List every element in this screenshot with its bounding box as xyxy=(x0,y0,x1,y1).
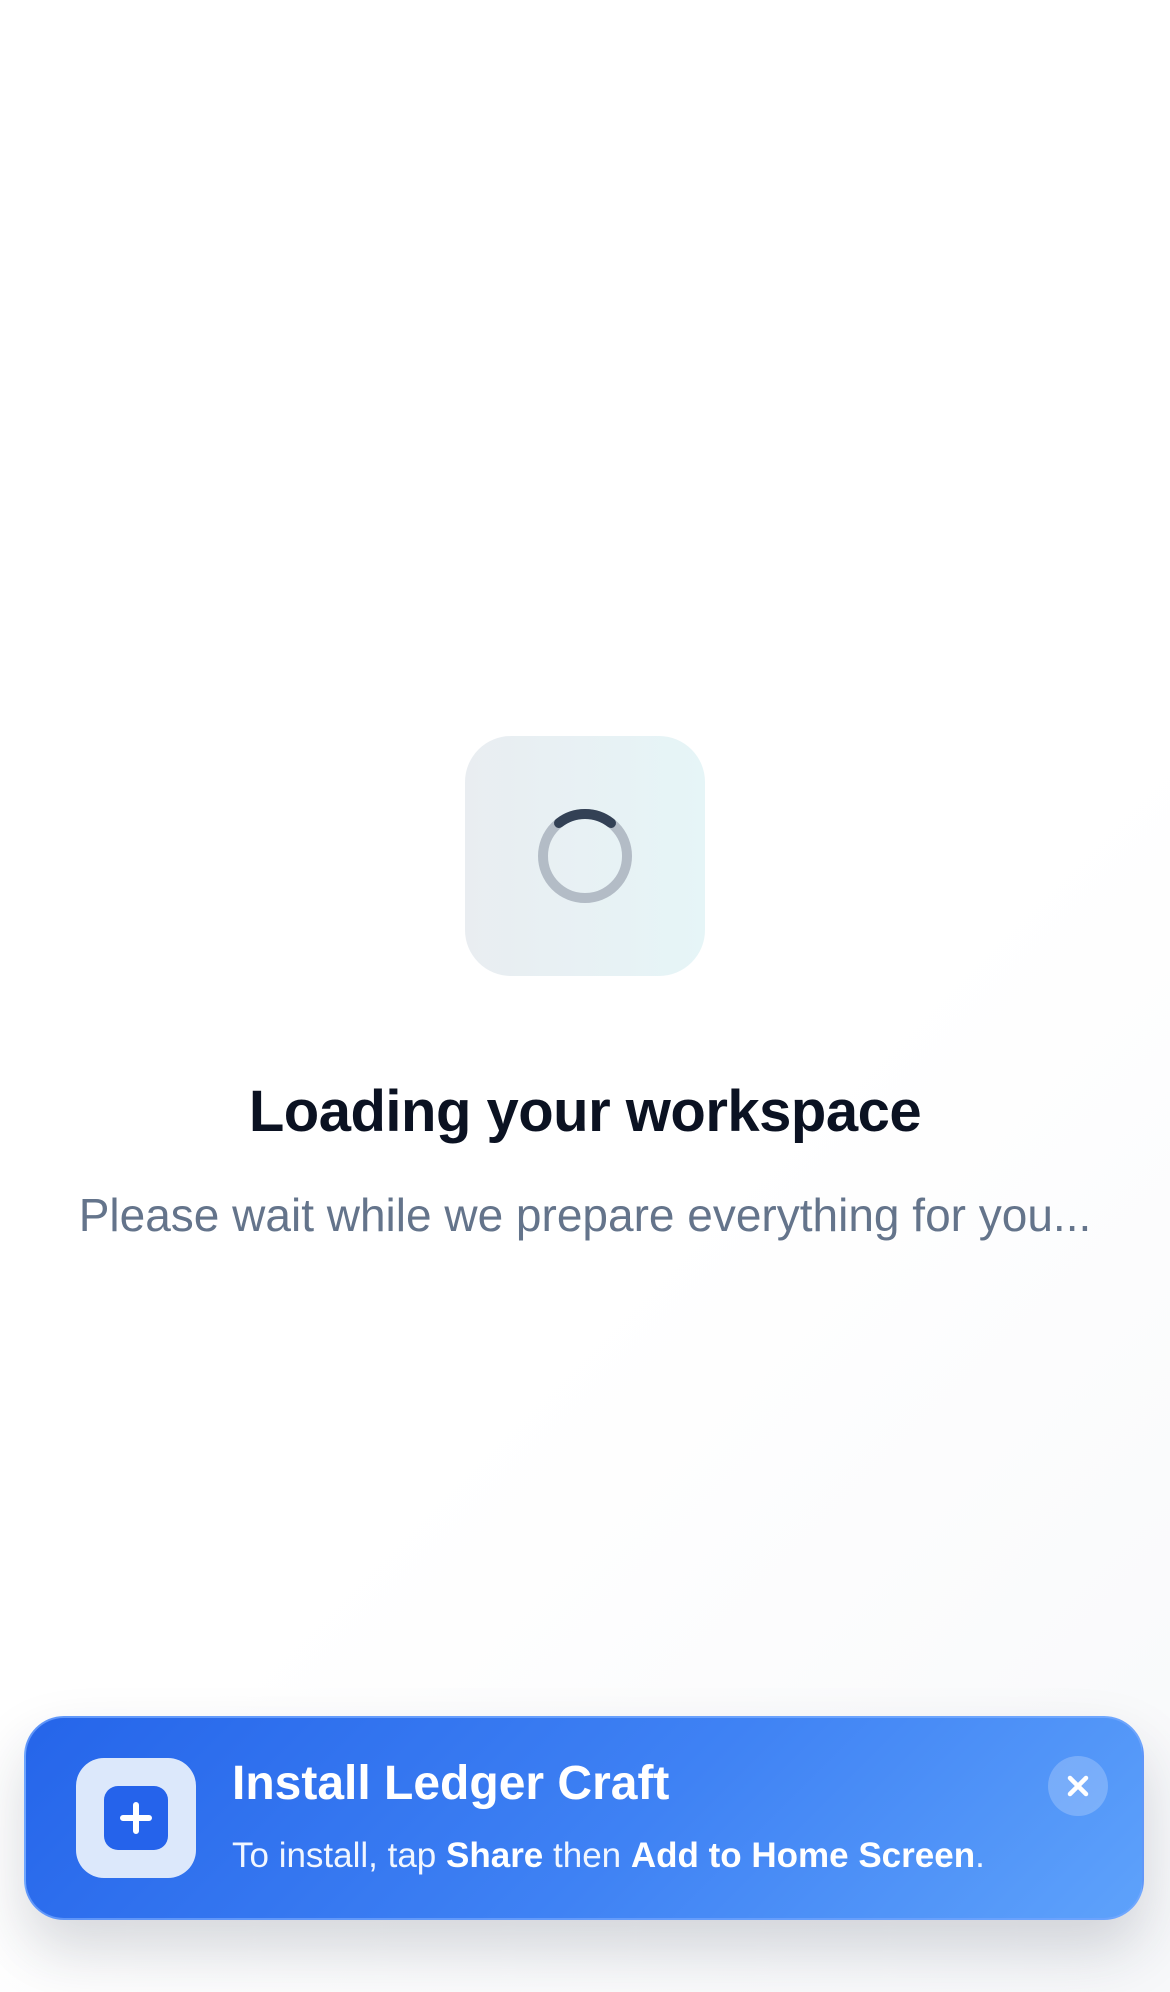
loading-spinner-icon xyxy=(538,809,632,903)
install-instructions: To install, tap Share then Add to Home S… xyxy=(232,1836,985,1876)
instruction-suffix: . xyxy=(975,1836,985,1875)
share-label: Share xyxy=(446,1836,544,1875)
instruction-prefix: To install, tap xyxy=(232,1836,446,1875)
close-icon xyxy=(1067,1775,1089,1797)
install-banner[interactable]: Install Ledger Craft To install, tap Sha… xyxy=(24,1716,1144,1920)
app-icon xyxy=(76,1758,196,1878)
close-button[interactable] xyxy=(1048,1756,1108,1816)
loading-spinner-card xyxy=(465,736,705,976)
add-to-home-label: Add to Home Screen xyxy=(630,1836,976,1875)
loading-title: Loading your workspace xyxy=(248,1079,922,1144)
add-square-icon xyxy=(104,1786,168,1850)
loading-subtitle: Please wait while we prepare everything … xyxy=(78,1189,1092,1241)
instruction-middle: then xyxy=(543,1836,631,1875)
install-banner-title: Install Ledger Craft xyxy=(232,1757,670,1810)
